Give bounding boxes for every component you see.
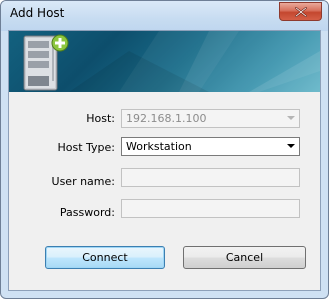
header-banner xyxy=(9,31,320,92)
host-value: 192.168.1.100 xyxy=(126,112,207,125)
window-title: Add Host xyxy=(10,6,65,20)
connect-button[interactable]: Connect xyxy=(45,246,165,269)
host-type-label: Host Type: xyxy=(57,141,115,154)
user-name-field[interactable] xyxy=(121,168,300,187)
password-label: Password: xyxy=(59,206,115,219)
password-field[interactable] xyxy=(121,199,300,218)
close-button[interactable] xyxy=(279,2,322,21)
chevron-down-icon xyxy=(287,116,295,120)
host-label: Host: xyxy=(86,112,115,125)
server-add-icon xyxy=(23,34,69,91)
add-host-dialog: Add Host Host: 192.168.1.100 Host Type: … xyxy=(0,0,329,299)
title-bar[interactable]: Add Host xyxy=(1,1,328,31)
cancel-button[interactable]: Cancel xyxy=(183,246,306,269)
host-type-select[interactable]: Workstation xyxy=(121,137,300,156)
dialog-content: Host: 192.168.1.100 Host Type: Workstati… xyxy=(8,30,321,291)
user-name-label: User name: xyxy=(51,175,115,188)
host-type-value: Workstation xyxy=(126,140,192,153)
close-icon xyxy=(295,7,307,17)
chevron-down-icon xyxy=(287,144,295,148)
host-combobox[interactable]: 192.168.1.100 xyxy=(121,109,300,128)
